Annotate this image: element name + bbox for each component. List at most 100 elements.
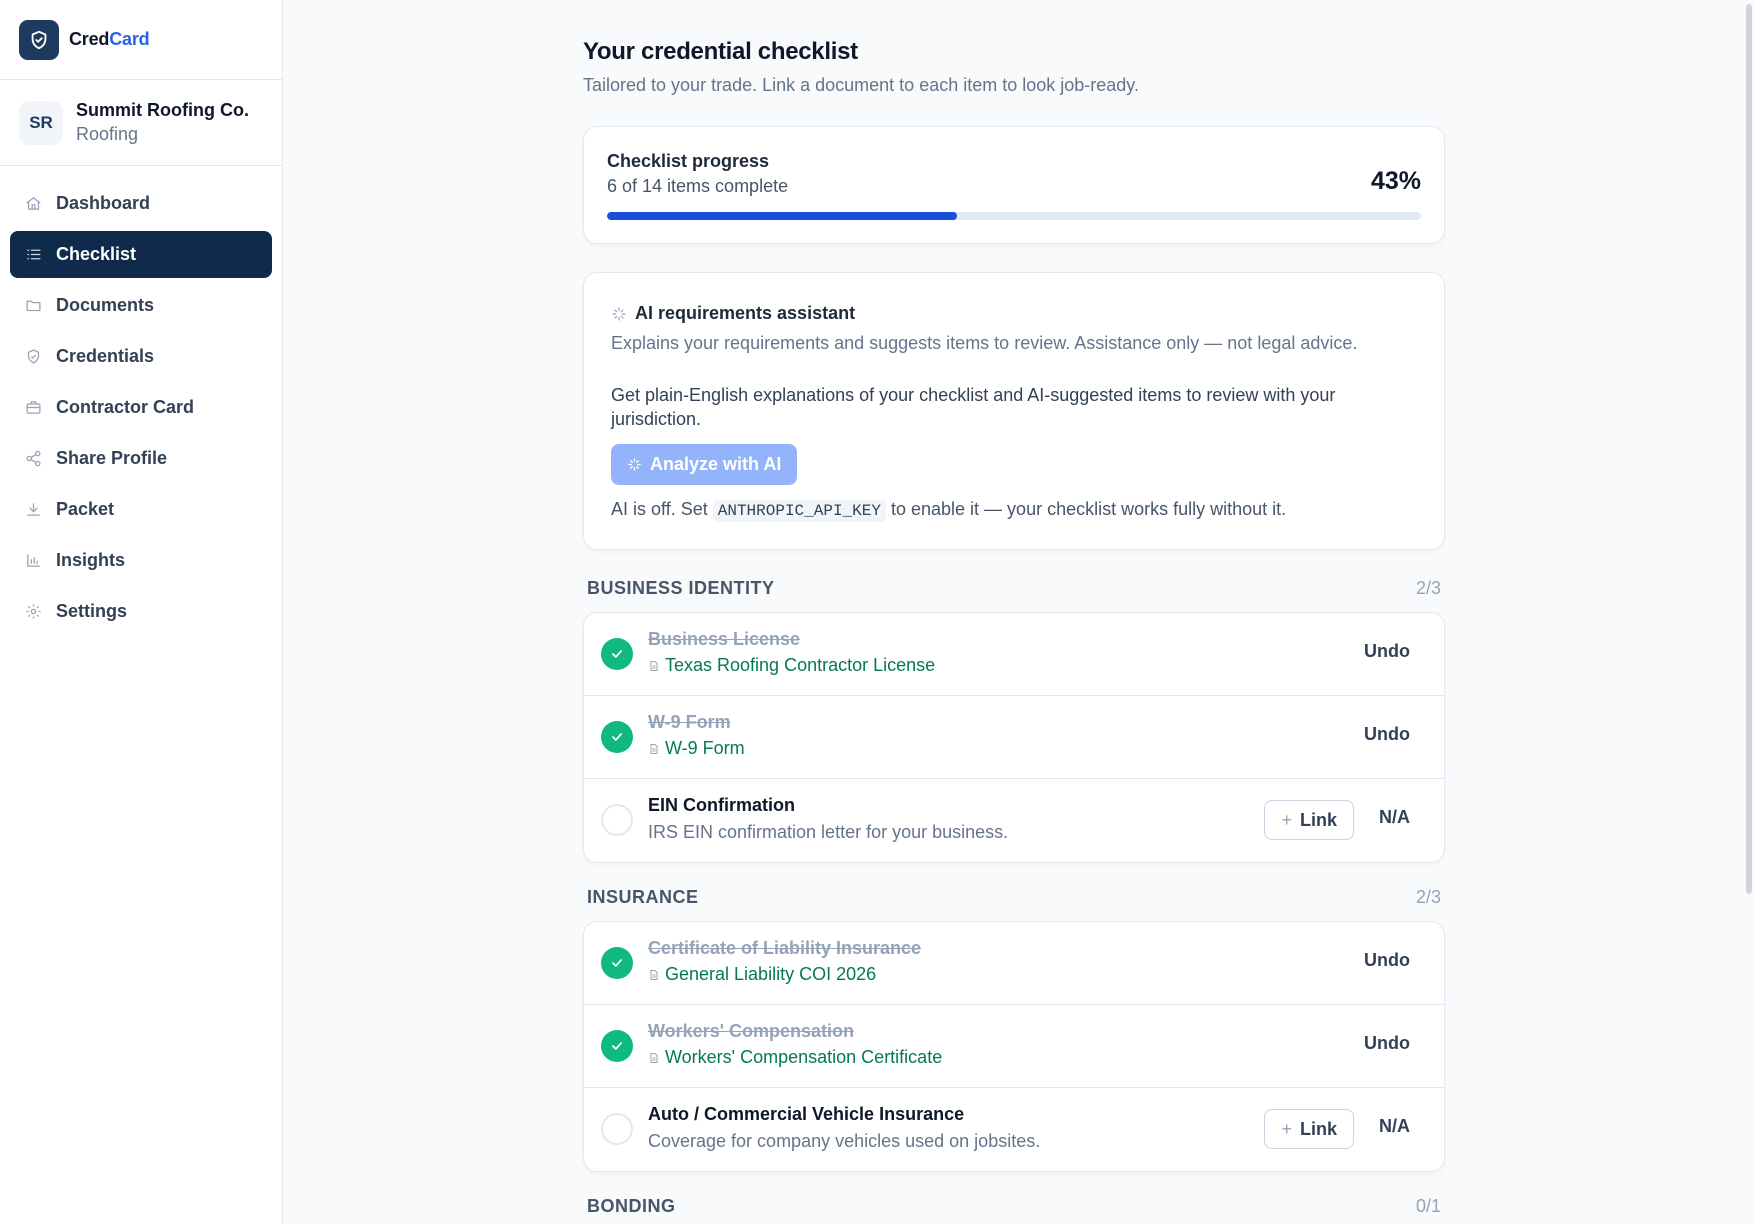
ai-description: Explains your requirements and suggests …: [611, 333, 1358, 353]
ai-body: Get plain-English explanations of your c…: [611, 385, 1336, 429]
progress-card: Checklist progress 6 of 14 items complet…: [583, 126, 1445, 244]
checklist-item-description: IRS EIN confirmation letter for your bus…: [648, 822, 1009, 842]
checklist-item-description: Coverage for company vehicles used on jo…: [648, 1131, 1041, 1151]
unchecked-circle-icon[interactable]: [601, 804, 633, 836]
section-header-bonding: BONDING 0/1: [587, 1196, 1441, 1217]
sidebar-item-label: Checklist: [56, 244, 137, 264]
share-icon: [24, 450, 42, 468]
progress-label: Checklist progress: [607, 151, 770, 171]
undo-button[interactable]: Undo: [1364, 950, 1410, 971]
not-applicable-button[interactable]: N/A: [1379, 1116, 1410, 1137]
checklist-section-business-identity: Business License Texas Roofing Contracto…: [583, 612, 1445, 863]
sidebar-nav: Dashboard Checklist Documents Credential…: [0, 166, 282, 653]
section-header-business-identity: BUSINESS IDENTITY 2/3: [587, 578, 1441, 599]
linked-document-name: General Liability COI 2026: [665, 964, 877, 984]
account-trade: Roofing: [76, 124, 139, 144]
brand-name-part1: Cred: [69, 29, 110, 49]
checklist-item-title: Business License: [648, 629, 801, 649]
api-key-code: ANTHROPIC_API_KEY: [712, 500, 886, 522]
link-document-button[interactable]: + Link: [1264, 1109, 1354, 1149]
sidebar-item-documents[interactable]: Documents: [10, 282, 272, 329]
not-applicable-button[interactable]: N/A: [1379, 807, 1410, 828]
link-button-label: Link: [1299, 1118, 1337, 1139]
section-title: INSURANCE: [587, 887, 699, 907]
sidebar-item-label: Credentials: [56, 346, 155, 366]
sidebar: CredCard SR Summit Roofing Co. Roofing D…: [0, 0, 283, 1224]
checklist-section-insurance: Certificate of Liability Insurance Gener…: [583, 921, 1445, 1172]
check-icon[interactable]: [601, 947, 633, 979]
undo-button[interactable]: Undo: [1364, 641, 1410, 662]
gear-icon: [24, 603, 42, 621]
section-header-insurance: INSURANCE 2/3: [587, 887, 1441, 908]
sidebar-item-label: Packet: [56, 499, 115, 519]
ai-off-suffix: to enable it — your checklist works full…: [890, 499, 1287, 519]
brand[interactable]: CredCard: [0, 0, 282, 80]
sidebar-item-label: Settings: [56, 601, 128, 621]
sidebar-item-share-profile[interactable]: Share Profile: [10, 435, 272, 482]
plus-icon: +: [1281, 1118, 1292, 1139]
checklist-item: Certificate of Liability Insurance Gener…: [584, 922, 1444, 1005]
undo-button[interactable]: Undo: [1364, 1033, 1410, 1054]
checklist-item: W-9 Form W-9 Form Undo: [584, 696, 1444, 779]
shield-check-icon: [19, 19, 59, 60]
page-title: Your credential checklist: [583, 38, 858, 65]
ai-off-prefix: AI is off. Set: [611, 499, 708, 519]
account-switcher[interactable]: SR Summit Roofing Co. Roofing: [0, 80, 282, 166]
account-text: Summit Roofing Co. Roofing: [76, 100, 249, 145]
brand-name: CredCard: [69, 29, 150, 50]
avatar: SR: [19, 100, 63, 145]
section-title: BONDING: [587, 1196, 676, 1216]
linked-document[interactable]: W-9 Form: [648, 738, 745, 759]
download-icon: [24, 501, 42, 519]
sidebar-item-checklist[interactable]: Checklist: [10, 231, 272, 278]
linked-document-name: W-9 Form: [665, 738, 745, 758]
sidebar-item-contractor-card[interactable]: Contractor Card: [10, 384, 272, 431]
link-document-button[interactable]: + Link: [1264, 800, 1354, 840]
unchecked-circle-icon[interactable]: [601, 1113, 633, 1145]
sidebar-item-label: Share Profile: [56, 448, 168, 468]
ai-assistant-card: AI requirements assistant Explains your …: [583, 272, 1445, 550]
section-title: BUSINESS IDENTITY: [587, 578, 775, 598]
sidebar-item-credentials[interactable]: Credentials: [10, 333, 272, 380]
checklist-item: Workers' Compensation Workers' Compensat…: [584, 1005, 1444, 1088]
file-icon: [648, 1052, 660, 1064]
link-button-label: Link: [1299, 809, 1337, 830]
linked-document[interactable]: Texas Roofing Contractor License: [648, 655, 935, 676]
section-count: 2/3: [1415, 578, 1441, 598]
section-count: 0/1: [1415, 1196, 1441, 1216]
sidebar-item-settings[interactable]: Settings: [10, 588, 272, 635]
sidebar-item-label: Dashboard: [56, 193, 151, 213]
ai-title: AI requirements assistant: [635, 303, 856, 323]
home-icon: [24, 195, 42, 213]
check-icon[interactable]: [601, 721, 633, 753]
analyze-with-ai-button[interactable]: Analyze with AI: [611, 444, 798, 485]
sidebar-item-packet[interactable]: Packet: [10, 486, 272, 533]
undo-button[interactable]: Undo: [1364, 724, 1410, 745]
sidebar-item-dashboard[interactable]: Dashboard: [10, 180, 272, 227]
checklist-item-title: Auto / Commercial Vehicle Insurance: [648, 1104, 965, 1124]
sidebar-item-label: Contractor Card: [56, 397, 195, 417]
id-card-icon: [24, 399, 42, 417]
check-icon[interactable]: [601, 638, 633, 670]
linked-document[interactable]: Workers' Compensation Certificate: [648, 1047, 942, 1068]
list-icon: [24, 246, 42, 264]
sidebar-item-insights[interactable]: Insights: [10, 537, 272, 584]
scrollbar-thumb[interactable]: [1746, 4, 1752, 894]
file-icon: [648, 743, 660, 755]
account-name: Summit Roofing Co.: [76, 100, 249, 120]
sparkle-icon: [611, 306, 627, 322]
plus-icon: +: [1281, 809, 1292, 830]
ai-header: AI requirements assistant: [611, 303, 855, 324]
progress-percent: 43%: [1370, 167, 1421, 195]
analyze-button-label: Analyze with AI: [650, 454, 782, 474]
page-subtitle: Tailored to your trade. Link a document …: [583, 75, 1139, 95]
checklist-item: EIN Confirmation IRS EIN confirmation le…: [584, 779, 1444, 862]
sparkle-icon: [627, 457, 642, 472]
sidebar-item-label: Documents: [56, 295, 155, 315]
linked-document[interactable]: General Liability COI 2026: [648, 964, 876, 985]
checklist-item-title: W-9 Form: [648, 712, 731, 732]
file-icon: [648, 969, 660, 981]
page-scrollbar[interactable]: [1744, 0, 1754, 1224]
check-icon[interactable]: [601, 1030, 633, 1062]
checklist-item-title: EIN Confirmation: [648, 795, 795, 815]
